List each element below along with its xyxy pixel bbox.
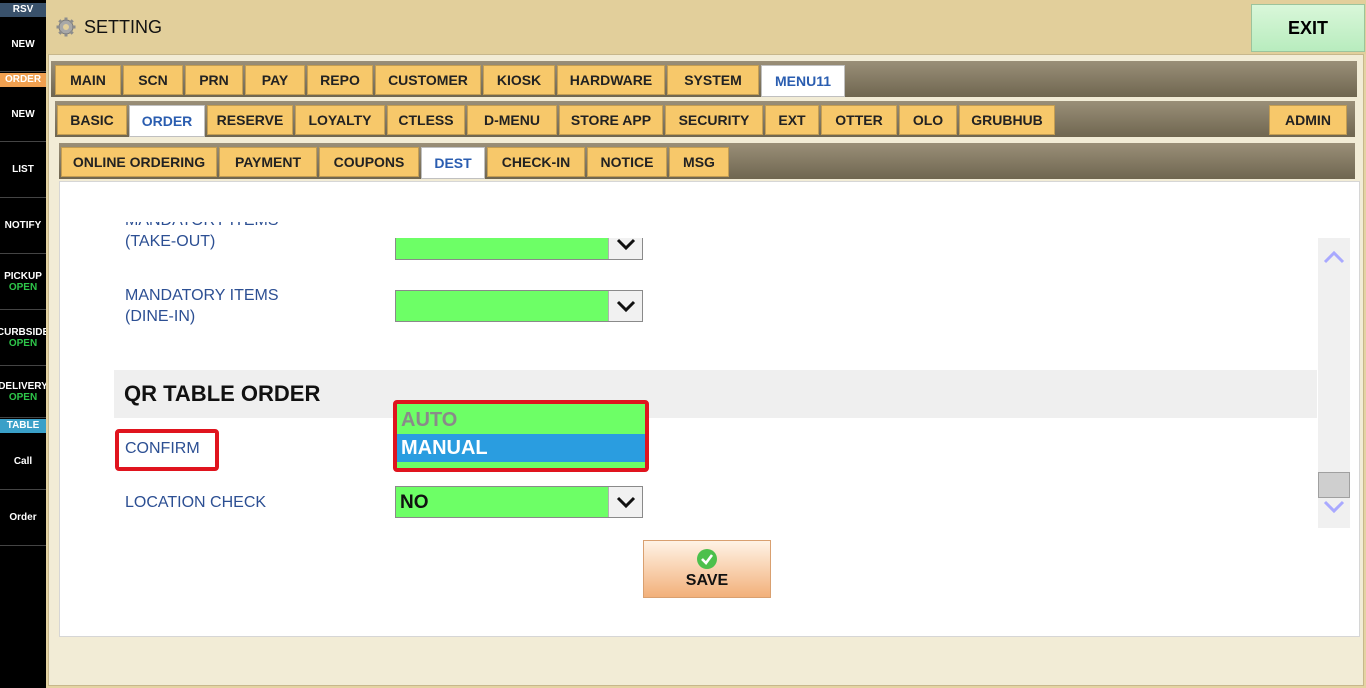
confirm-callout — [115, 429, 219, 471]
mandatory-takeout-select[interactable] — [395, 238, 643, 260]
mandatory-takeout-dropdown-button[interactable] — [608, 238, 642, 259]
location-check-select[interactable]: NO — [395, 486, 643, 518]
sidebar-delivery-label: DELIVERY — [0, 380, 46, 392]
tab-dest[interactable]: DEST — [421, 147, 485, 179]
tab-otter[interactable]: OTTER — [821, 105, 897, 135]
main-area: SETTING EXIT MAIN SCN PRN PAY REPO CUSTO… — [46, 0, 1366, 688]
save-button[interactable]: SAVE — [643, 540, 771, 598]
sidebar-order-new-button[interactable]: NEW — [0, 87, 46, 142]
sidebar-notify-button[interactable]: NOTIFY — [0, 198, 46, 254]
chevron-down-icon — [616, 496, 635, 509]
tab-msg[interactable]: MSG — [669, 147, 729, 177]
tab-admin[interactable]: ADMIN — [1269, 105, 1347, 135]
sidebar-curbside-status: OPEN — [8, 337, 38, 349]
tab-order[interactable]: ORDER — [129, 105, 205, 137]
tab-store-app[interactable]: STORE APP — [559, 105, 663, 135]
mandatory-dinein-dropdown-button[interactable] — [608, 291, 642, 321]
tab-customer[interactable]: CUSTOMER — [375, 65, 481, 95]
option-auto[interactable]: AUTO — [397, 406, 645, 434]
sidebar-header-table: TABLE — [0, 419, 46, 433]
sidebar-delivery-status: OPEN — [8, 391, 38, 403]
title-bar: SETTING EXIT — [46, 0, 1366, 54]
mandatory-takeout-label: MANDATORY ITEMS (TAKE-OUT) — [125, 222, 279, 266]
exit-button[interactable]: EXIT — [1251, 4, 1365, 52]
page-title: SETTING — [84, 17, 163, 37]
sidebar-rsv-new-button[interactable]: NEW — [0, 17, 46, 72]
main-tab-bar: MAIN SCN PRN PAY REPO CUSTOMER KIOSK HAR… — [51, 61, 1357, 97]
sidebar-header-order: ORDER — [0, 73, 46, 87]
tab-olo[interactable]: OLO — [899, 105, 957, 135]
vertical-scrollbar[interactable] — [1318, 238, 1350, 528]
mandatory-takeout-line2: (TAKE-OUT) — [125, 233, 216, 250]
tab-coupons[interactable]: COUPONS — [319, 147, 419, 177]
tab-ctless[interactable]: CTLESS — [387, 105, 465, 135]
tab-scn[interactable]: SCN — [123, 65, 183, 95]
save-label: SAVE — [685, 572, 729, 589]
tab-d-menu[interactable]: D-MENU — [467, 105, 557, 135]
qr-table-order-section: QR TABLE ORDER — [114, 370, 1317, 418]
option-manual[interactable]: MANUAL — [397, 434, 645, 462]
tab-menu11[interactable]: MENU11 — [761, 65, 845, 97]
mandatory-dinein-label: MANDATORY ITEMS (DINE-IN) — [125, 285, 279, 327]
tab-system[interactable]: SYSTEM — [667, 65, 759, 95]
tab-grubhub[interactable]: GRUBHUB — [959, 105, 1055, 135]
sidebar-call-label: Call — [13, 456, 33, 467]
tab-check-in[interactable]: CHECK-IN — [487, 147, 585, 177]
tab-basic[interactable]: BASIC — [57, 105, 127, 135]
mandatory-takeout-line1: MANDATORY ITEMS — [125, 222, 279, 231]
dest-tab-bar: ONLINE ORDERING PAYMENT COUPONS DEST CHE… — [59, 143, 1355, 179]
sidebar-delivery-button[interactable]: DELIVERY OPEN — [0, 366, 46, 418]
chevron-up-icon[interactable] — [1323, 250, 1345, 264]
sidebar-table-order-label: Order — [9, 512, 37, 523]
chevron-down-icon — [616, 238, 635, 251]
sidebar-order-new-label: NEW — [11, 108, 35, 120]
chevron-down-icon[interactable] — [1323, 500, 1345, 514]
sidebar-notify-label: NOTIFY — [4, 220, 42, 231]
tab-pay[interactable]: PAY — [245, 65, 305, 95]
tab-prn[interactable]: PRN — [185, 65, 243, 95]
tab-ext[interactable]: EXT — [765, 105, 819, 135]
mandatory-dinein-select[interactable] — [395, 290, 643, 322]
location-check-label: LOCATION CHECK — [125, 494, 267, 511]
confirm-dropdown-list[interactable]: AUTO MANUAL — [393, 400, 649, 472]
mandatory-dinein-line2: (DINE-IN) — [125, 308, 196, 325]
sidebar-curbside-label: CURBSIDE — [0, 326, 46, 338]
sidebar-pickup-status: OPEN — [8, 281, 38, 293]
sidebar-pickup-label: PICKUP — [4, 270, 42, 282]
section-title: QR TABLE ORDER — [124, 381, 321, 406]
sidebar-table-order-button[interactable]: Order — [0, 490, 46, 546]
gear-icon — [56, 17, 76, 37]
tab-hardware[interactable]: HARDWARE — [557, 65, 665, 95]
left-sidebar: RSV NEW ORDER NEW LIST NOTIFY PICKUP OPEN… — [0, 0, 46, 688]
check-circle-icon — [697, 549, 717, 569]
sidebar-pickup-button[interactable]: PICKUP OPEN — [0, 254, 46, 310]
tab-payment[interactable]: PAYMENT — [219, 147, 317, 177]
sidebar-curbside-button[interactable]: CURBSIDEOPEN — [0, 310, 46, 366]
tab-repo[interactable]: REPO — [307, 65, 373, 95]
settings-content: MANDATORY ITEMS (TAKE-OUT) MANDATORY ITE… — [59, 181, 1360, 637]
tab-main[interactable]: MAIN — [55, 65, 121, 95]
sidebar-list-button[interactable]: LIST — [0, 142, 46, 198]
chevron-down-icon — [616, 300, 635, 313]
scrollbar-thumb[interactable] — [1318, 472, 1350, 498]
tab-online-ordering[interactable]: ONLINE ORDERING — [61, 147, 217, 177]
tab-reserve[interactable]: RESERVE — [207, 105, 293, 135]
sidebar-call-button[interactable]: Call — [0, 434, 46, 490]
tab-notice[interactable]: NOTICE — [587, 147, 667, 177]
sidebar-header-rsv: RSV — [0, 3, 46, 17]
order-tab-bar: BASIC ORDER RESERVE LOYALTY CTLESS D-MEN… — [55, 101, 1355, 137]
settings-panel: MAIN SCN PRN PAY REPO CUSTOMER KIOSK HAR… — [48, 54, 1364, 686]
tab-loyalty[interactable]: LOYALTY — [295, 105, 385, 135]
tab-security[interactable]: SECURITY — [665, 105, 763, 135]
location-check-dropdown-button[interactable] — [608, 487, 642, 517]
mandatory-dinein-line1: MANDATORY ITEMS — [125, 287, 279, 304]
sidebar-rsv-new-label: NEW — [11, 38, 35, 50]
tab-kiosk[interactable]: KIOSK — [483, 65, 555, 95]
sidebar-list-label: LIST — [12, 164, 34, 175]
location-check-value: NO — [400, 492, 429, 513]
